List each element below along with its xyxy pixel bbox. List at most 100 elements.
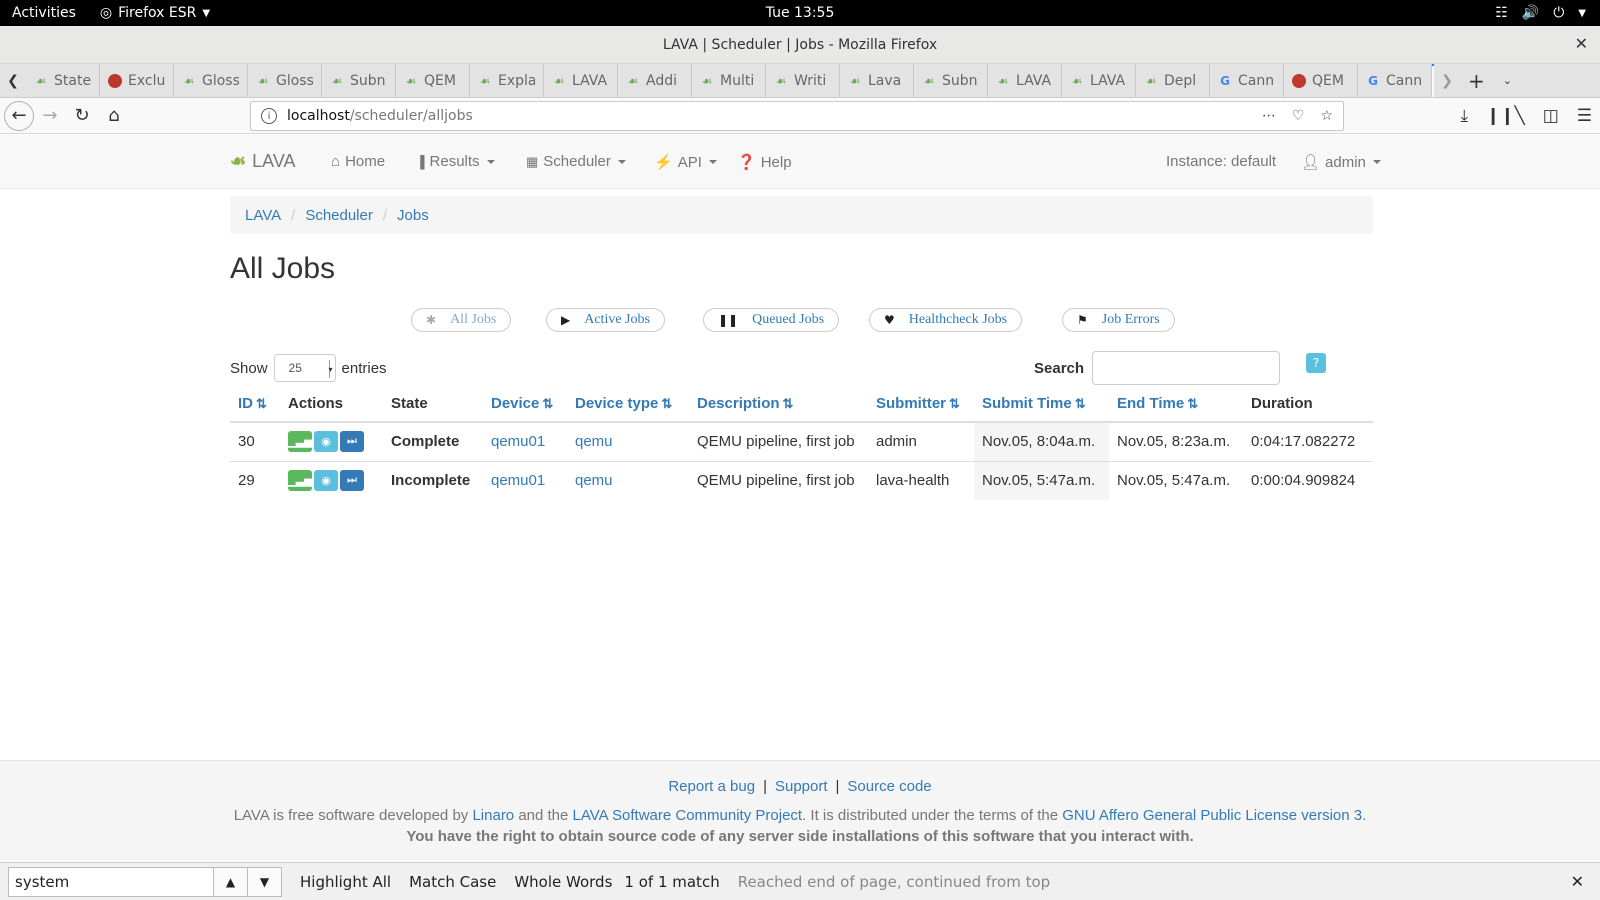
match-case-toggle[interactable]: Match Case [409,873,496,891]
browser-tab[interactable]: ☙ Writi [766,64,840,97]
app-menu[interactable]: ◎ Firefox ESR ▼ [100,5,210,21]
job-device-link[interactable]: qemu01 [491,472,545,489]
license-link[interactable]: GNU Affero General Public License versio… [1062,807,1362,824]
col-duration-label: Duration [1251,395,1313,412]
browser-tab[interactable]: QEM [1284,64,1358,97]
footer-license-text: LAVA is free software developed by Linar… [0,807,1600,824]
job-results-button[interactable]: ▁▃▅ [287,470,313,492]
col-submit-time[interactable]: Submit Time ⇅ [974,386,1109,423]
browser-tab[interactable]: ☙ Gloss [248,64,322,97]
support-link[interactable]: Support [775,778,828,795]
reload-icon[interactable]: ↻ [66,100,98,132]
nav-scheduler-dropdown[interactable]: ▦ Scheduler [526,153,626,170]
browser-tab[interactable]: ☙ Gloss [174,64,248,97]
find-input[interactable]: system [8,866,214,897]
tab-scroll-right-icon[interactable]: ❯ [1434,64,1460,97]
col-description[interactable]: Description ⇅ [689,386,868,423]
nav-api-dropdown[interactable]: ⚡ API [654,153,717,171]
lava-brand[interactable]: ☙ LAVA [230,151,296,172]
browser-tab[interactable]: ☙ Multi [692,64,766,97]
linaro-link[interactable]: Linaro [472,807,514,824]
url-bar[interactable]: i localhost/scheduler/alljobs ⋯ ♡ ☆ [250,101,1344,131]
back-arrow-icon[interactable]: ← [4,100,34,131]
all-jobs-label: All Jobs [450,312,497,327]
browser-tab[interactable]: Exclu [100,64,174,97]
job-device-type-cell: qemu [567,460,689,500]
browser-tab[interactable]: ☙ LAVA [544,64,618,97]
browser-tab[interactable]: ☙ Expla [470,64,544,97]
find-close-icon[interactable]: ✕ [1571,872,1584,891]
queued-jobs-filter[interactable]: ❚❚ Queued Jobs [703,308,840,332]
search-input[interactable] [1092,351,1281,385]
browser-tab[interactable]: ☙ QEM [396,64,470,97]
browser-tab[interactable]: ☙ Addi [618,64,692,97]
browser-tab[interactable]: ☙ Lava [840,64,914,97]
job-view-button[interactable]: ◉ [314,470,338,492]
breadcrumb-scheduler[interactable]: Scheduler [305,207,373,224]
browser-tab[interactable]: ☙ LAVA [988,64,1062,97]
hamburger-menu-icon[interactable]: ☰ [1577,106,1592,126]
find-previous-icon[interactable]: ▲ [214,866,248,897]
page-actions-icon[interactable]: ⋯ [1262,108,1276,124]
nav-results-dropdown[interactable]: ▐ Results [416,153,495,170]
community-project-link[interactable]: LAVA Software Community Project [573,807,803,824]
highlight-all-toggle[interactable]: Highlight All [300,873,391,891]
bookmark-star-icon[interactable]: ☆ [1320,108,1333,124]
library-icon[interactable]: ❙❙╲ [1486,106,1525,126]
window-close-icon[interactable]: ✕ [1575,34,1588,53]
col-submitter[interactable]: Submitter ⇅ [868,386,974,423]
col-id[interactable]: ID ⇅ [230,386,280,423]
healthcheck-jobs-filter[interactable]: ♥ Healthcheck Jobs [869,308,1023,332]
browser-tab[interactable]: G Cann [1210,64,1284,97]
breadcrumb-lava[interactable]: LAVA [245,207,281,224]
job-errors-filter[interactable]: ⚑ Job Errors [1062,308,1175,332]
report-bug-link[interactable]: Report a bug [668,778,755,795]
job-view-button[interactable]: ◉ [314,431,338,453]
browser-tab[interactable]: ☙ State [26,64,100,97]
job-resubmit-button[interactable]: ⏭ [340,431,364,453]
browser-tab[interactable]: ☙ LAVA [1062,64,1136,97]
sidebar-icon[interactable]: ◫ [1543,106,1559,126]
tab-scroll-left-icon[interactable]: ❮ [0,64,26,97]
activities-button[interactable]: Activities [12,5,76,21]
all-jobs-filter[interactable]: ✱ All Jobs [411,308,512,332]
site-info-icon[interactable]: i [261,108,277,124]
job-device-type-link[interactable]: qemu [575,472,613,489]
job-resubmit-button[interactable]: ⏭ [340,470,364,492]
source-code-link[interactable]: Source code [847,778,931,795]
new-tab-icon[interactable]: + [1468,69,1485,93]
tab-label: QEM [424,72,456,89]
browser-tab[interactable]: ☙ Subn [322,64,396,97]
tab-list-dropdown-icon[interactable]: ⌄ [1503,74,1512,87]
system-tray[interactable]: ☷ 🔊 ⏻ ▼ [1495,0,1586,26]
download-icon[interactable]: ⤓ [1460,106,1468,126]
job-device-type-link[interactable]: qemu [575,433,613,450]
forward-arrow-icon[interactable]: → [34,100,66,132]
nav-help[interactable]: ❓ Help [737,153,792,172]
home-icon[interactable]: ⌂ [98,100,130,132]
col-device-type[interactable]: Device type ⇅ [567,386,689,423]
lava-favicon-icon: ☙ [257,73,269,88]
table-help-button[interactable]: ? [1306,353,1326,373]
clock[interactable]: Tue 13:55 [0,5,1600,21]
nav-home[interactable]: ⌂ Home [331,153,385,170]
pocket-icon[interactable]: ♡ [1292,108,1305,124]
url-path: /scheduler/alljobs [349,108,473,124]
user-menu-dropdown[interactable]: 👤︎ admin [1301,153,1381,171]
breadcrumb-jobs[interactable]: Jobs [397,207,429,224]
whole-words-toggle[interactable]: Whole Words [514,873,612,891]
fast-forward-icon: ⏭ [347,435,357,448]
job-device-link[interactable]: qemu01 [491,433,545,450]
browser-tab[interactable]: ☙ Subn [914,64,988,97]
queued-jobs-label: Queued Jobs [752,312,825,327]
entries-per-page-select[interactable]: 25 ▾ [273,354,336,382]
col-device[interactable]: Device ⇅ [483,386,567,423]
browser-tab[interactable]: ☙ Depl [1136,64,1210,97]
find-next-icon[interactable]: ▼ [248,866,282,897]
job-results-button[interactable]: ▁▃▅ [287,431,313,453]
job-filter-pills: ✱ All Jobs ▶ Active Jobs ❚❚ Queued Jobs … [0,308,1600,332]
browser-tab[interactable]: G Cann [1358,64,1432,97]
job-device-cell: qemu01 [483,421,567,461]
col-end-time[interactable]: End Time ⇅ [1109,386,1243,423]
active-jobs-filter[interactable]: ▶ Active Jobs [546,308,665,332]
